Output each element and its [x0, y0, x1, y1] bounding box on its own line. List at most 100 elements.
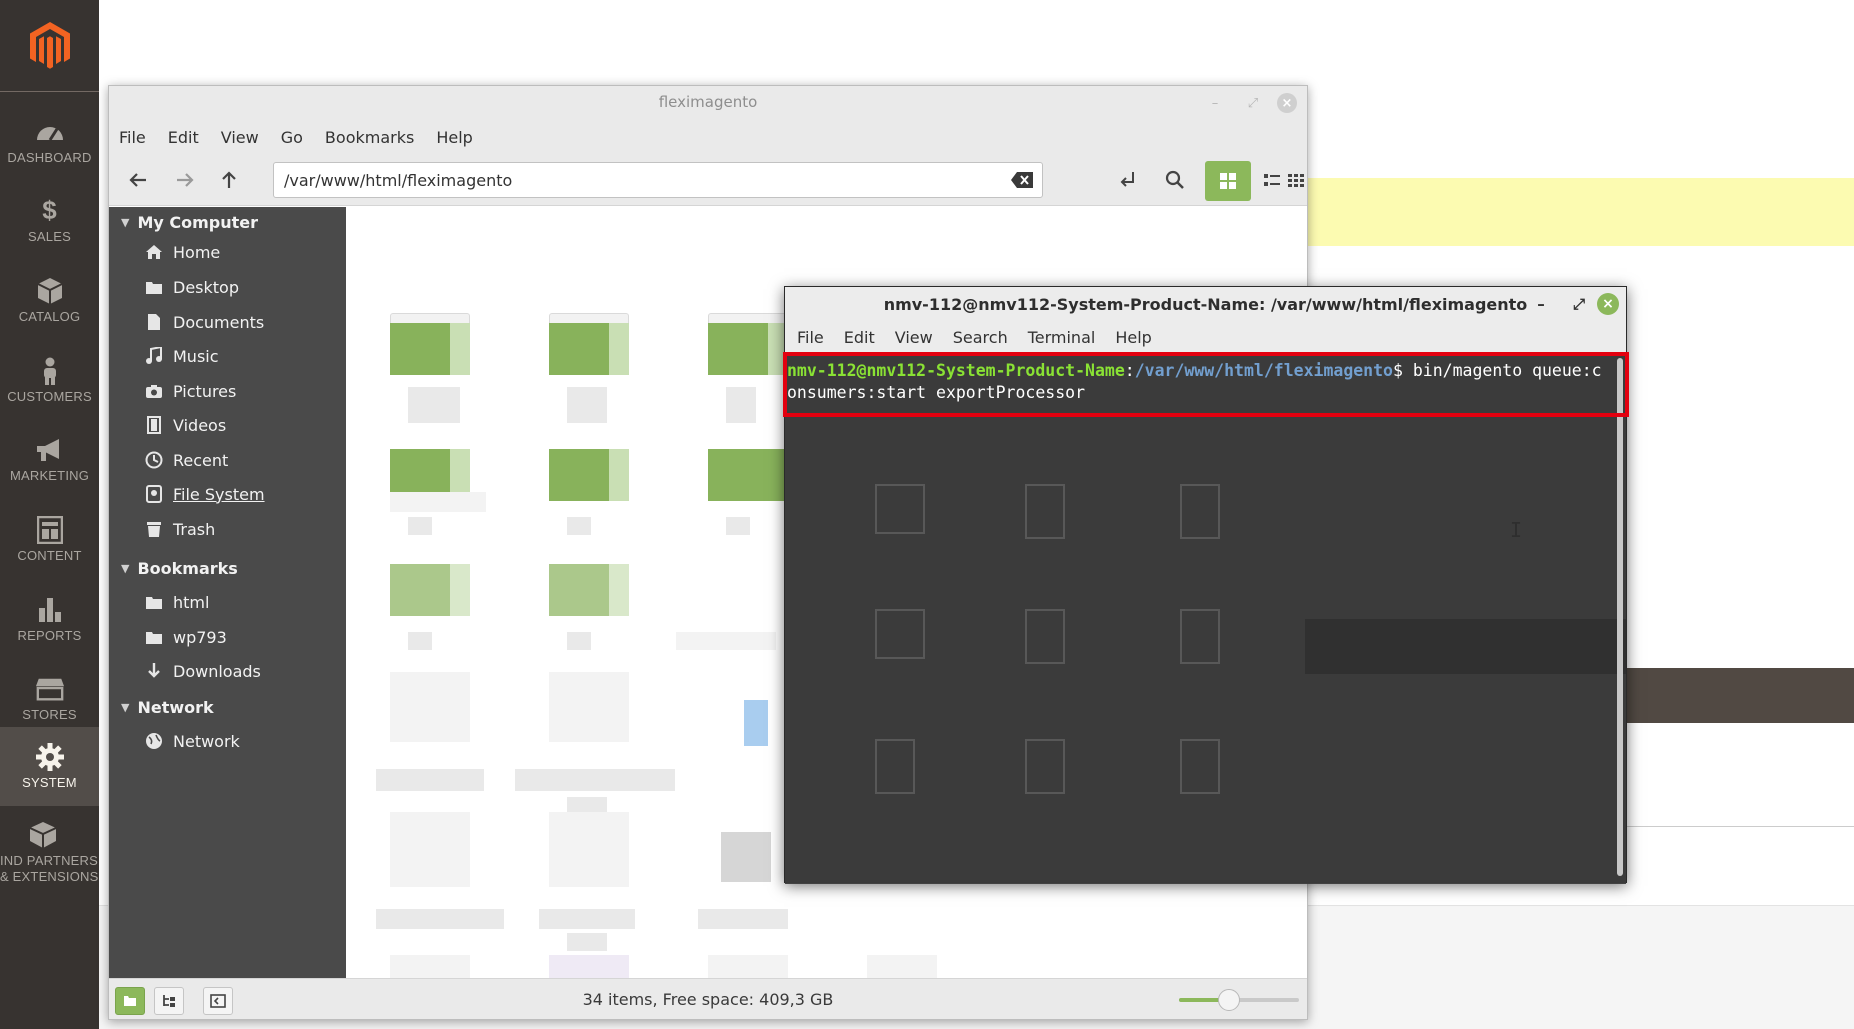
up-button[interactable] [212, 163, 246, 197]
blurred-label [408, 517, 432, 535]
terminal-menu-file[interactable]: File [797, 328, 824, 347]
home-icon [144, 242, 164, 262]
nav-content[interactable]: CONTENT [0, 500, 99, 579]
nav-marketing[interactable]: MARKETING [0, 420, 99, 499]
blurred-label [539, 909, 635, 929]
terminal-command-line: nmv-112@nmv112-System-Product-Name:/var/… [787, 360, 1602, 404]
show-tree-button[interactable] [154, 987, 184, 1015]
folder-item[interactable] [708, 313, 788, 375]
terminal-menu-edit[interactable]: Edit [844, 328, 875, 347]
terminal-scrollbar[interactable] [1617, 358, 1623, 876]
terminal-menu-search[interactable]: Search [953, 328, 1008, 347]
magento-logo[interactable] [0, 0, 99, 92]
download-arrow-icon [144, 661, 164, 681]
terminal-menu-help[interactable]: Help [1115, 328, 1151, 347]
places-sidebar: ▼ My Computer Home Desktop Documents Musi… [109, 207, 346, 978]
folder-item[interactable] [390, 313, 470, 375]
section-network[interactable]: ▼ Network [121, 692, 214, 722]
dollar-icon: $ [42, 195, 57, 225]
search-button[interactable] [1158, 163, 1192, 197]
folder-item[interactable] [549, 554, 629, 616]
folder-item[interactable] [549, 439, 629, 501]
terminal-maximize-button[interactable]: ⤢ [1568, 293, 1590, 315]
sidebar-item-wp793[interactable]: wp793 [144, 622, 227, 652]
prompt-user: nmv-112@nmv112-System-Product-Name [787, 361, 1125, 380]
nav-system[interactable]: SYSTEM [0, 727, 99, 806]
blurred-label [567, 387, 607, 423]
nav-catalog[interactable]: CATALOG [0, 261, 99, 340]
nav-find-partners-label-2: & EXTENSIONS [0, 869, 99, 884]
background-show-through [785, 354, 1626, 884]
nav-sales[interactable]: $ SALES [0, 181, 99, 260]
sidebar-item-documents[interactable]: Documents [144, 307, 264, 337]
nav-reports[interactable]: REPORTS [0, 580, 99, 659]
expand-triangle-icon: ▼ [121, 700, 130, 714]
folder-item[interactable] [708, 439, 788, 501]
compact-view-icon [1288, 174, 1304, 187]
folder-item[interactable] [549, 313, 629, 375]
blurred-file-icon [390, 812, 470, 887]
blurred-label [567, 632, 591, 650]
toggle-location-button[interactable] [1111, 163, 1145, 197]
admin-sidebar: DASHBOARD $ SALES CATALOG CUSTOMERS MARK… [0, 0, 99, 1029]
document-icon [144, 312, 164, 332]
arrow-left-icon [129, 173, 146, 187]
menu-go[interactable]: Go [281, 128, 303, 147]
file-manager-titlebar[interactable]: fleximagento – ⤢ × [109, 86, 1307, 118]
nav-customers[interactable]: CUSTOMERS [0, 341, 99, 420]
sidebar-item-home[interactable]: Home [144, 237, 220, 267]
sidebar-item-network[interactable]: Network [144, 726, 240, 756]
terminal-titlebar[interactable]: nmv-112@nmv112-System-Product-Name: /var… [785, 287, 1626, 321]
terminal-output[interactable]: nmv-112@nmv112-System-Product-Name:/var/… [785, 354, 1626, 884]
terminal-menu-view[interactable]: View [895, 328, 933, 347]
terminal-menubar: File Edit View Search Terminal Help [785, 321, 1626, 354]
icon-view-button[interactable] [1205, 161, 1251, 201]
sidebar-item-videos[interactable]: Videos [144, 410, 226, 440]
globe-icon [144, 731, 164, 751]
location-input[interactable] [284, 163, 984, 197]
nav-find-partners[interactable]: IND PARTNERS & EXTENSIONS [0, 812, 99, 894]
close-button[interactable]: × [1277, 93, 1297, 113]
section-my-computer[interactable]: ▼ My Computer [121, 207, 258, 237]
blurred-label [390, 492, 486, 512]
show-places-button[interactable] [115, 987, 145, 1015]
zoom-slider[interactable] [1179, 989, 1299, 1011]
location-bar[interactable] [273, 162, 1043, 198]
drive-icon [144, 484, 164, 504]
sidebar-item-downloads[interactable]: Downloads [144, 656, 261, 686]
section-label: Bookmarks [137, 558, 238, 578]
folder-item[interactable] [390, 554, 470, 616]
sidebar-item-html[interactable]: html [144, 587, 209, 617]
menu-view[interactable]: View [221, 128, 259, 147]
sidebar-item-pictures[interactable]: Pictures [144, 376, 236, 406]
section-bookmarks[interactable]: ▼ Bookmarks [121, 553, 238, 583]
sidebar-item-desktop[interactable]: Desktop [144, 272, 239, 302]
sidebar-item-trash[interactable]: Trash [144, 514, 215, 544]
storefront-icon [35, 675, 65, 703]
forward-button[interactable] [168, 163, 202, 197]
blurred-label [567, 933, 607, 951]
sidebar-item-recent[interactable]: Recent [144, 445, 228, 475]
file-manager-toolbar [109, 156, 1307, 206]
compact-view-toggle[interactable] [1279, 163, 1307, 197]
menu-file[interactable]: File [119, 128, 146, 147]
minimize-button[interactable]: – [1205, 93, 1225, 113]
speedometer-icon [35, 118, 65, 146]
clear-location-button[interactable] [1010, 171, 1034, 189]
nav-dashboard[interactable]: DASHBOARD [0, 102, 99, 181]
zoom-slider-handle[interactable] [1218, 989, 1241, 1011]
terminal-window: nmv-112@nmv112-System-Product-Name: /var… [784, 286, 1627, 884]
file-manager-menubar: File Edit View Go Bookmarks Help [109, 118, 1307, 156]
terminal-menu-terminal[interactable]: Terminal [1028, 328, 1096, 347]
terminal-close-button[interactable]: × [1597, 293, 1619, 315]
sidebar-item-music[interactable]: Music [144, 341, 219, 371]
terminal-minimize-button[interactable]: – [1530, 293, 1552, 315]
toggle-sidebar-button[interactable] [203, 987, 233, 1015]
menu-help[interactable]: Help [436, 128, 472, 147]
sidebar-item-file-system[interactable]: File System [144, 479, 265, 509]
menu-bookmarks[interactable]: Bookmarks [325, 128, 414, 147]
back-button[interactable] [121, 163, 155, 197]
menu-edit[interactable]: Edit [168, 128, 199, 147]
grid-view-icon [1220, 173, 1236, 189]
maximize-button[interactable]: ⤢ [1243, 93, 1263, 113]
